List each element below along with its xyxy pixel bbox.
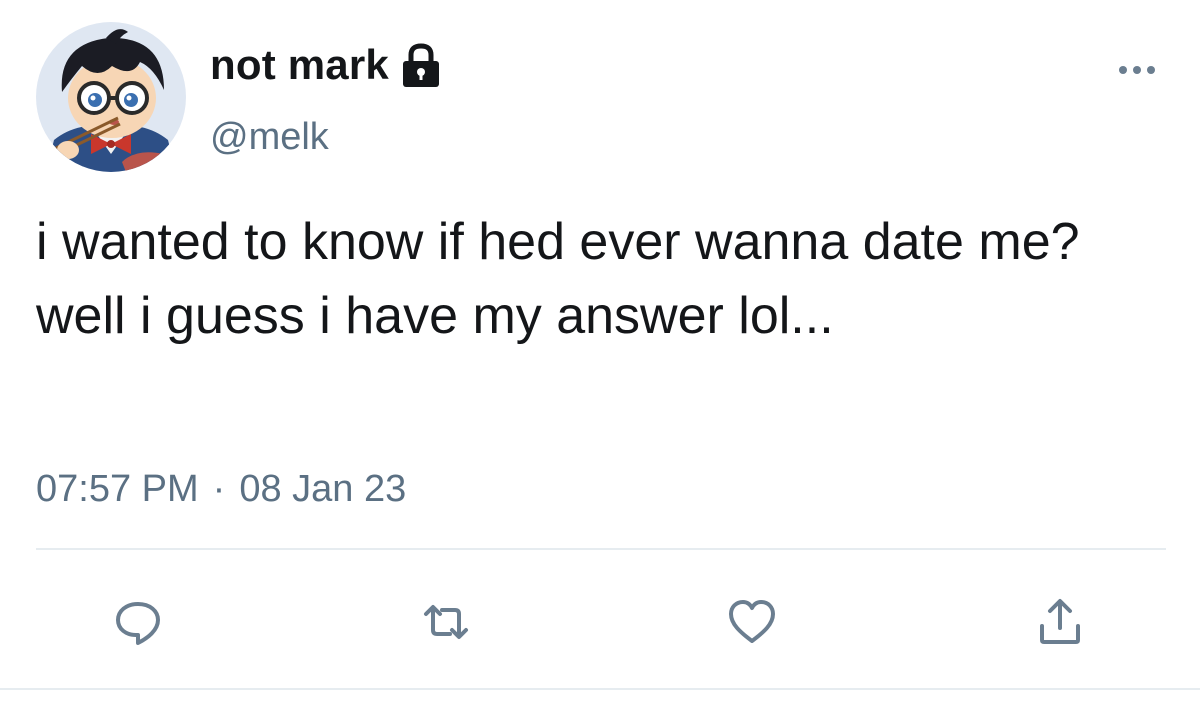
action-bar <box>0 594 1200 650</box>
share-button[interactable] <box>1032 594 1088 650</box>
more-options-icon[interactable] <box>1110 58 1164 82</box>
more-dot <box>1119 66 1127 74</box>
retweet-icon <box>424 605 468 639</box>
more-dot <box>1133 66 1141 74</box>
avatar[interactable] <box>36 22 186 172</box>
divider <box>0 688 1200 690</box>
display-name-row: not mark <box>210 40 443 90</box>
tweet-meta: 07:57 PM · 08 Jan 23 <box>36 468 406 511</box>
display-name[interactable]: not mark <box>210 41 389 89</box>
avatar-image <box>36 22 186 172</box>
tweet-time[interactable]: 07:57 PM <box>36 468 199 511</box>
reply-button[interactable] <box>110 594 166 650</box>
tweet-card: not mark @melk i wanted to know if hed e… <box>0 0 1200 710</box>
divider <box>36 548 1166 550</box>
more-dot <box>1147 66 1155 74</box>
user-handle[interactable]: @melk <box>210 116 329 159</box>
tweet-text: i wanted to know if hed ever wanna date … <box>36 213 1080 345</box>
heart-icon <box>729 600 775 643</box>
like-button[interactable] <box>724 594 780 650</box>
retweet-button[interactable] <box>418 594 474 650</box>
meta-separator: · <box>212 468 226 510</box>
reply-icon <box>116 602 160 645</box>
lock-icon <box>399 42 443 88</box>
share-icon <box>1040 599 1080 644</box>
tweet-date[interactable]: 08 Jan 23 <box>239 468 406 511</box>
